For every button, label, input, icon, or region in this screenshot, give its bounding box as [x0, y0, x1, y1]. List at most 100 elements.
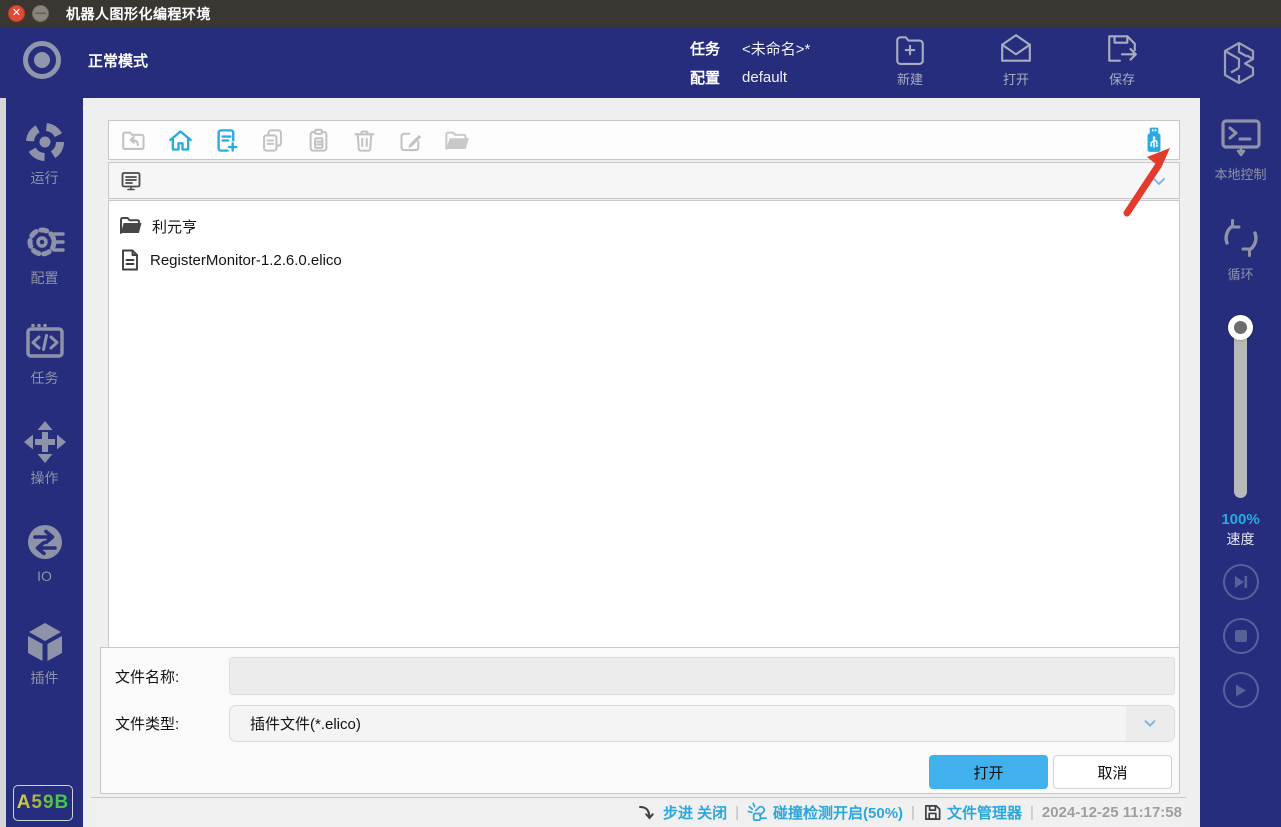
chevron-down-icon[interactable] [1149, 171, 1169, 191]
file-name: 利元亨 [152, 216, 197, 237]
speed-readout: 100% 速度 [1200, 511, 1281, 549]
sidebar-item-task[interactable]: 任务 [23, 312, 67, 412]
file-dialog: 利元亨 RegisterMonitor-1.2.6.0.elico 文件名称: … [91, 98, 1186, 827]
play-icon [1233, 683, 1248, 698]
speed-slider[interactable] [1234, 316, 1247, 498]
task-code-icon [23, 320, 67, 364]
collision-status[interactable]: 碰撞检测开启(50%) [747, 802, 903, 823]
separator: | [911, 804, 915, 821]
filename-input[interactable] [229, 657, 1175, 695]
window-title: 机器人图形化编程环境 [66, 4, 211, 24]
home-button[interactable] [167, 127, 194, 154]
settings-gear-icon [23, 220, 67, 264]
delete-button[interactable] [351, 127, 378, 154]
file-manager-label: 文件管理器 [947, 802, 1022, 823]
play-button[interactable] [1223, 672, 1259, 708]
collision-icon [747, 802, 768, 823]
path-combobox[interactable] [108, 162, 1180, 199]
open-button[interactable]: 打开 [929, 755, 1048, 789]
new-task-icon [893, 32, 927, 66]
speed-label: 速度 [1200, 529, 1281, 549]
new-file-button[interactable] [213, 127, 240, 154]
skip-button[interactable] [1223, 564, 1259, 600]
sidebar-item-run[interactable]: 运行 [23, 112, 67, 212]
mode-radio-icon [20, 38, 64, 82]
usb-device-icon [1141, 126, 1167, 154]
rename-icon [397, 127, 424, 154]
left-sidebar: 运行 配置 任务 [0, 98, 83, 827]
list-item-file[interactable]: RegisterMonitor-1.2.6.0.elico [119, 243, 1169, 277]
separator: | [735, 804, 739, 821]
sidebar-label-config: 配置 [31, 268, 59, 288]
skip-icon [1233, 574, 1249, 590]
speed-slider-knob[interactable] [1228, 315, 1253, 340]
sidebar-item-config[interactable]: 配置 [23, 212, 67, 312]
open-task-icon [999, 32, 1033, 66]
separator: | [1030, 804, 1034, 821]
io-swap-icon [23, 520, 67, 564]
new-task-label: 新建 [897, 69, 923, 88]
sidebar-label-io: IO [37, 568, 52, 584]
window-titlebar: ✕ — 机器人图形化编程环境 [0, 0, 1281, 27]
status-bar: 步进 关闭 | 碰撞检测开启(50%) | 文件管理器 | 2024-12-25… [91, 797, 1186, 827]
collision-status-label: 碰撞检测开启(50%) [773, 802, 903, 823]
paste-button[interactable] [305, 127, 332, 154]
filetype-chevron[interactable] [1126, 706, 1174, 741]
open-task-button[interactable]: 打开 [986, 32, 1046, 88]
status-timestamp: 2024-12-25 11:17:58 [1042, 804, 1182, 821]
minimize-icon[interactable]: — [32, 5, 49, 22]
save-task-label: 保存 [1109, 69, 1135, 88]
filetype-label: 文件类型: [101, 713, 229, 734]
sidebar-label-run: 运行 [31, 168, 59, 188]
right-sidebar: 本地控制 循环 100% 速度 [1200, 98, 1281, 827]
sidebar-label-operate: 操作 [31, 468, 59, 488]
sidebar-item-operate[interactable]: 操作 [23, 412, 67, 512]
save-task-icon [1105, 32, 1139, 66]
cancel-button[interactable]: 取消 [1053, 755, 1172, 789]
paste-icon [305, 127, 332, 154]
sidebar-item-plugin[interactable]: 插件 [23, 612, 67, 712]
task-label: 任务 [690, 38, 720, 59]
config-value: default [742, 69, 787, 86]
config-label: 配置 [690, 67, 720, 88]
disk-icon [923, 803, 942, 822]
transport-controls [1200, 564, 1281, 708]
usb-device-button[interactable] [1140, 127, 1167, 154]
delete-icon [351, 127, 378, 154]
device-list-icon [119, 169, 143, 193]
rename-button[interactable] [397, 127, 424, 154]
task-value: <未命名>* [742, 38, 810, 59]
mode-label: 正常模式 [88, 50, 148, 71]
robot-id-badge[interactable]: A59B [13, 785, 73, 821]
list-item-folder[interactable]: 利元亨 [119, 209, 1169, 243]
open-folder-button[interactable] [443, 127, 470, 154]
close-icon[interactable]: ✕ [8, 5, 25, 22]
file-name: RegisterMonitor-1.2.6.0.elico [150, 252, 342, 269]
filetype-select[interactable]: 插件文件(*.elico) [229, 705, 1175, 742]
sidebar-label-plugin: 插件 [31, 668, 59, 688]
folder-back-button[interactable] [121, 127, 148, 154]
home-icon [167, 127, 194, 154]
loop-arrows-icon [1219, 216, 1263, 260]
header-actions: 新建 打开 保存 [880, 32, 1152, 88]
new-file-icon [213, 127, 240, 154]
new-task-button[interactable]: 新建 [880, 32, 940, 88]
save-task-button[interactable]: 保存 [1092, 32, 1152, 88]
sidebar-item-loop[interactable]: 循环 [1200, 216, 1281, 283]
folder-icon [119, 215, 143, 237]
sidebar-item-local-control[interactable]: 本地控制 [1200, 116, 1281, 183]
stop-icon [1234, 629, 1248, 643]
file-toolbar [108, 120, 1180, 160]
speed-percent: 100% [1200, 511, 1281, 528]
copy-button[interactable] [259, 127, 286, 154]
sidebar-item-io[interactable]: IO [23, 512, 67, 612]
filename-label: 文件名称: [101, 666, 229, 687]
step-status[interactable]: 步进 关闭 [638, 802, 727, 823]
stop-button[interactable] [1223, 618, 1259, 654]
terminal-monitor-icon [1218, 116, 1264, 160]
plugin-cube-icon [23, 620, 67, 664]
open-folder-icon [443, 127, 470, 154]
filetype-value: 插件文件(*.elico) [230, 713, 1126, 734]
robot-id-text: A59B [17, 792, 70, 814]
file-manager-status[interactable]: 文件管理器 [923, 802, 1022, 823]
